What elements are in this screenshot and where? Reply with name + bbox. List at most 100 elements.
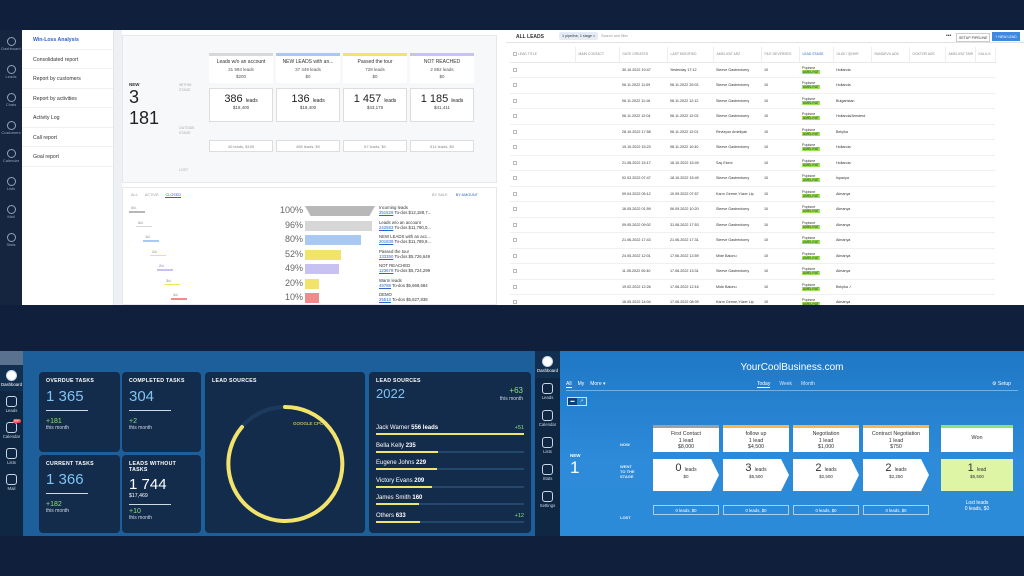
right-sidebar-item-dashboard[interactable]: Dashboard — [535, 351, 560, 378]
lead-sources-donut-card[interactable]: LEAD SOURCES GOOGLE CPC — [205, 372, 365, 533]
new-lead-button[interactable]: + NEW LEAD — [992, 32, 1020, 41]
menu-item[interactable]: Report by customers — [22, 69, 113, 89]
pipeline-stage[interactable]: Negotiation 1 lead $1,000 2 leads $2,500 0 le… — [793, 425, 859, 515]
row-checkbox[interactable] — [513, 114, 517, 119]
sidebar-item-calendar[interactable]: 99+ Calendar — [0, 417, 23, 443]
tab-all[interactable]: ALL — [131, 193, 138, 197]
lead-source-item[interactable]: Jack Warner 556 leads +51 — [376, 425, 524, 435]
right-sidebar-item-calendar[interactable]: Calendar — [535, 405, 560, 432]
table-row[interactable]: 06.11.2022 11:09 08.11.2022 20:03 Sleeve G… — [510, 77, 995, 94]
row-checkbox[interactable] — [513, 253, 517, 258]
row-checkbox[interactable] — [513, 284, 517, 289]
funnel-link[interactable]: 133350 — [379, 254, 393, 259]
column-header[interactable]: MAIN CONTACT — [575, 47, 620, 63]
row-checkbox[interactable] — [513, 238, 517, 243]
funnel-link[interactable]: 123678 — [379, 268, 393, 273]
row-checkbox[interactable] — [513, 98, 517, 103]
list-view-icon[interactable]: ↗ — [577, 398, 586, 405]
row-checkbox[interactable] — [513, 222, 517, 227]
menu-item[interactable]: Report by activities — [22, 89, 113, 108]
table-row[interactable]: 09.04.2022 05:12 10.09.2022 07:57 Karın Ge… — [510, 186, 995, 202]
lead-source-item[interactable]: Eugene Johns 229 — [376, 460, 524, 470]
table-row[interactable]: 19.02.2022 12:26 17.06.2022 12:16 Mide Bal… — [510, 279, 995, 295]
column-header[interactable]: FILE DEVERSEO — [761, 47, 800, 63]
lead-source-item[interactable]: Others 633 +12 — [376, 513, 524, 523]
table-row[interactable]: 19.10.2022 15:23 08.11.2022 10:40 Sleeve G… — [510, 139, 995, 156]
stage-column[interactable]: NOT REACHED 2 892 leads $0 1 185 leads $41,4… — [410, 53, 474, 155]
sidebar-item-chats[interactable]: Chats — [0, 86, 22, 114]
sidebar-item-dashboard[interactable]: Dashboard — [0, 30, 22, 58]
sidebar-item-stats[interactable]: Stats — [0, 226, 22, 254]
filter-tab[interactable]: My — [578, 381, 585, 387]
menu-item[interactable]: Call report — [22, 128, 113, 147]
row-checkbox[interactable] — [513, 300, 517, 305]
sidebar-item-calendar[interactable]: Calendar — [0, 142, 22, 170]
pipeline-stage[interactable]: follow up 1 lead $4,500 3 leads $5,500 0 lead… — [723, 425, 789, 515]
filter-chip[interactable]: 1 pipeline, 1 stage × — [559, 32, 599, 40]
table-row[interactable]: 16.05.2022 14:04 17.06.2022 08:39 Karın Ge… — [510, 294, 995, 305]
tab-active[interactable]: ACTIVE — [145, 193, 159, 197]
menu-item[interactable]: Consolidated report — [22, 50, 113, 69]
filter-tab[interactable]: All — [566, 381, 572, 388]
stage-column[interactable]: NEW LEADS with an... 37 449 leads $0 136 le… — [276, 53, 340, 155]
setup-button[interactable]: ⚙ Setup — [992, 381, 1011, 387]
table-row[interactable]: 06.11.2022 12:04 08.11.2022 12:03 Sleeve G… — [510, 108, 995, 125]
more-icon[interactable]: ••• — [946, 33, 951, 39]
column-header[interactable]: RANDEVU ADS — [871, 47, 910, 63]
leads-without-tasks-card[interactable]: LEADS WITHOUT TASKS 1 744 $17,469 +10 th… — [122, 455, 201, 533]
pipeline-view-icon[interactable]: ▬ — [568, 398, 577, 405]
period-tab[interactable]: Month — [801, 381, 815, 387]
table-row[interactable]: 28.10.2022 17:58 08.11.2022 12:01 Revizyon… — [510, 124, 995, 140]
column-header[interactable]: KALIL K — [975, 47, 996, 63]
funnel-link[interactable]: 201839 — [379, 239, 393, 244]
sort-option[interactable]: BY AMOUNT — [456, 193, 478, 197]
lead-source-item[interactable]: Victory Evans 209 — [376, 478, 524, 488]
menu-item[interactable]: Goal report — [22, 147, 113, 167]
sidebar-item-leads[interactable]: Leads — [0, 58, 22, 86]
row-checkbox[interactable] — [513, 67, 517, 72]
sidebar-item-leads[interactable]: Leads — [0, 391, 23, 417]
table-row[interactable]: 24.05.2022 12:01 17.06.2022 13:59 Mide Bal… — [510, 248, 995, 264]
won-stage[interactable]: Won 1 lead $5,500 Lost leads 0 leads, $0 — [941, 425, 1013, 512]
sidebar-item-mail[interactable]: Mail — [0, 198, 22, 226]
funnel-link[interactable]: 242583 — [379, 225, 393, 230]
row-checkbox[interactable] — [513, 160, 517, 165]
row-checkbox[interactable] — [513, 83, 517, 88]
pipeline-stage[interactable]: First Contact 1 lead $8,000 0 leads $0 0 lead… — [653, 425, 719, 515]
column-header[interactable]: DATE CREATED — [619, 47, 668, 63]
stage-column[interactable]: Leads w/o an account 31 993 leads $200 386 … — [209, 53, 273, 155]
row-checkbox[interactable] — [513, 145, 517, 150]
lead-source-item[interactable]: Bella Kelly 235 — [376, 443, 524, 453]
column-header[interactable]: DOKTOR ADS — [909, 47, 946, 63]
right-sidebar-item-lists[interactable]: Lists — [535, 432, 560, 459]
sidebar-item-lists[interactable]: Lists — [0, 170, 22, 198]
overdue-tasks-card[interactable]: OVERDUE TASKS 1 365 +181 this month — [39, 372, 120, 452]
menu-item[interactable]: Activity Log — [22, 108, 113, 128]
sidebar-item-lists[interactable]: Lists — [0, 443, 23, 469]
select-all-checkbox[interactable] — [513, 52, 517, 57]
row-checkbox[interactable] — [513, 207, 517, 212]
sidebar-item-dashboard[interactable]: Dashboard — [0, 365, 23, 391]
lead-sources-list-card[interactable]: LEAD SOURCES 2022 +63 this month Jack Wa… — [369, 372, 531, 533]
right-sidebar-item-leads[interactable]: Leads — [535, 378, 560, 405]
row-checkbox[interactable] — [513, 269, 517, 274]
sidebar-item-mail[interactable]: Mail — [0, 469, 23, 495]
period-tab[interactable]: Week — [779, 381, 792, 387]
filter-tab[interactable]: More ▾ — [590, 381, 605, 387]
right-sidebar-item-settings[interactable]: Settings — [535, 486, 560, 513]
table-row[interactable]: 06.11.2022 11:16 08.11.2022 12:12 Sleeve G… — [510, 93, 995, 109]
completed-tasks-card[interactable]: COMPLETED TASKS 304 +2 this month — [122, 372, 201, 452]
table-row[interactable]: 21.06.2022 17:43 21.06.2022 17:31 Sleeve G… — [510, 232, 995, 249]
menu-item[interactable]: Win-Loss Analysis — [22, 30, 113, 50]
row-checkbox[interactable] — [513, 129, 517, 134]
funnel-row[interactable]: 4d. 10% DEMO 25513 To-dos $5,627,838 — [123, 292, 498, 305]
period-tab[interactable]: Today — [757, 381, 771, 388]
column-header[interactable]: AMELIYAT ARZ — [713, 47, 762, 63]
funnel-link[interactable]: 25513 — [379, 297, 391, 302]
column-header[interactable]: LEAD TITLE — [510, 47, 576, 63]
sort-option[interactable]: BY SALE — [432, 193, 448, 197]
table-row[interactable]: 16.05.2022 01:59 06.09.2022 10:20 Sleeve G… — [510, 201, 995, 218]
lead-source-item[interactable]: James Smith 160 — [376, 495, 524, 505]
column-header[interactable]: LAST MODIFIED — [667, 47, 714, 63]
row-checkbox[interactable] — [513, 191, 517, 196]
